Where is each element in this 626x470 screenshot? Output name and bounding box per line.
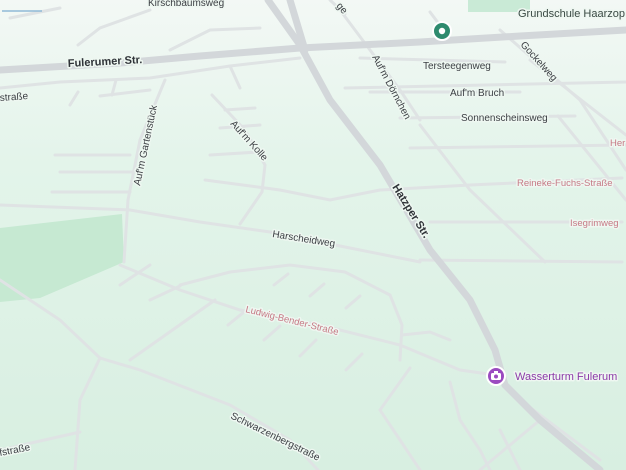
map-svg[interactable]: Kirschbaumsweg Fulerumer Str. straße ge … — [0, 0, 626, 470]
poi-label-wasserturm[interactable]: Wasserturm Fulerum — [514, 370, 619, 385]
street-label-aufm-bruch: Auf'm Bruch — [450, 88, 504, 99]
poi-wasserturm[interactable] — [486, 366, 506, 386]
street-label-reineke-fuchs: Reineke-Fuchs-Straße — [517, 178, 613, 189]
street-label-isegrimweg: Isegrimweg — [570, 218, 619, 229]
street-label-sonnenscheinsweg: Sonnenscheinsweg — [461, 113, 548, 124]
street-label-tersteegenweg: Tersteegenweg — [423, 61, 491, 72]
map-canvas[interactable]: Kirschbaumsweg Fulerumer Str. straße ge … — [0, 0, 626, 470]
street-label-strasse-left: straße — [0, 91, 29, 104]
poi-label-school[interactable]: Grundschule Haarzop — [517, 7, 626, 22]
poi-school[interactable] — [432, 21, 452, 41]
street-label-her: Her — [610, 138, 625, 149]
street-label-kirschbaumsweg: Kirschbaumsweg — [148, 0, 224, 9]
